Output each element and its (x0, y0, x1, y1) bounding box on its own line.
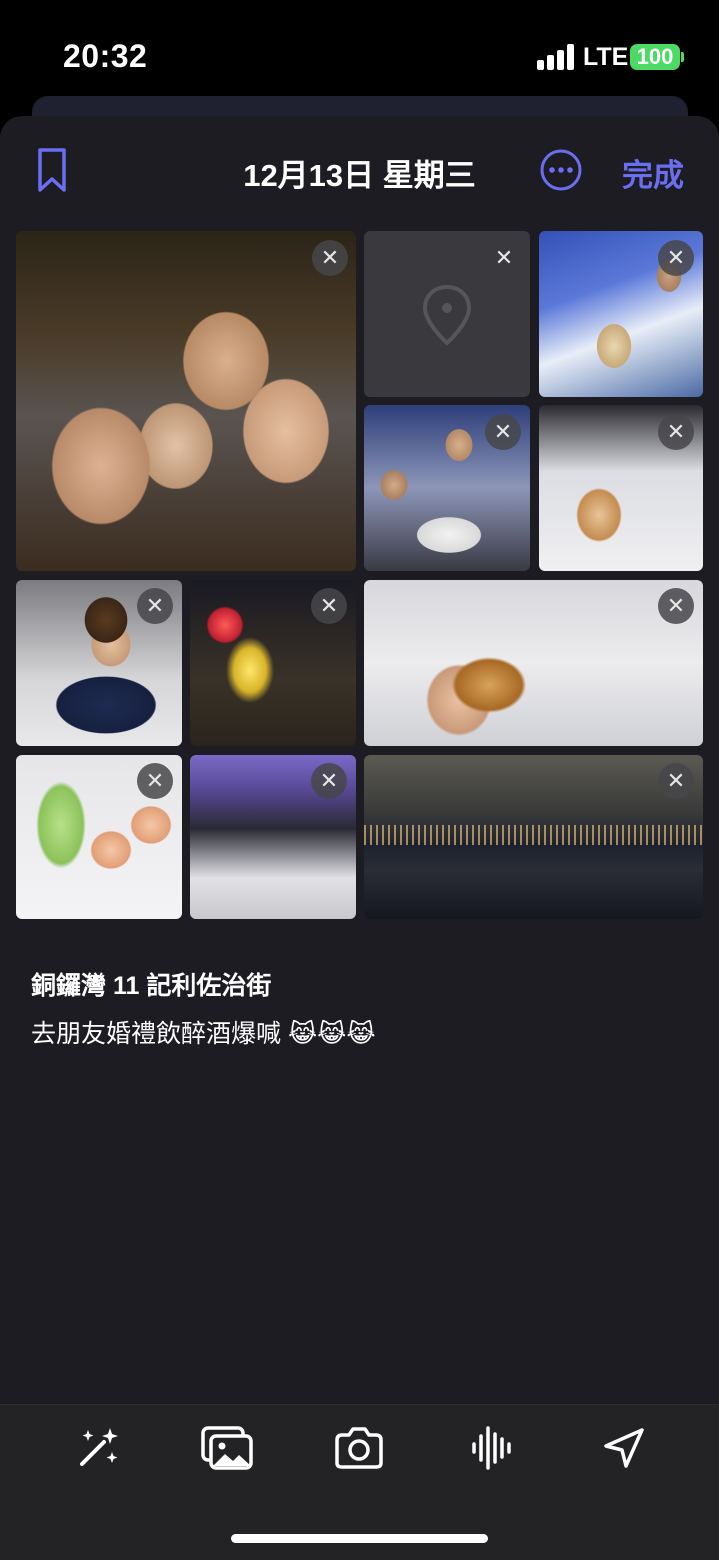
remove-photo-icon[interactable]: ✕ (312, 240, 348, 276)
entry-text[interactable]: 去朋友婚禮飲醉酒爆喊 😹😹😹 (31, 1014, 376, 1050)
location-placeholder-tile[interactable]: ✕ (364, 231, 530, 397)
photo-tile[interactable]: ✕ (190, 580, 356, 746)
photo-tile[interactable]: ✕ (16, 580, 182, 746)
network-type: LTE (583, 43, 629, 71)
photo-tile[interactable]: ✕ (16, 231, 356, 571)
entry-location[interactable]: 銅鑼灣 11 記利佐治街 (31, 966, 271, 1002)
remove-photo-icon[interactable]: ✕ (311, 763, 347, 799)
remove-photo-icon[interactable]: ✕ (658, 414, 694, 450)
status-bar: 20:32 LTE 100 (0, 0, 719, 100)
home-indicator (231, 1534, 488, 1543)
remove-photo-icon[interactable]: ✕ (658, 588, 694, 624)
map-pin-icon (422, 284, 472, 346)
photo-library-icon[interactable] (201, 1424, 253, 1472)
magic-wand-icon[interactable] (74, 1424, 122, 1472)
location-arrow-icon[interactable] (600, 1424, 648, 1472)
battery-cap (681, 52, 684, 62)
photo-tile[interactable]: ✕ (364, 580, 703, 746)
status-time: 20:32 (63, 38, 148, 74)
city-lights (364, 825, 703, 845)
remove-photo-icon[interactable]: ✕ (485, 414, 521, 450)
photo-tile[interactable]: ✕ (364, 755, 703, 919)
photo-tile[interactable]: ✕ (16, 755, 182, 919)
remove-photo-icon[interactable]: ✕ (486, 240, 522, 276)
remove-photo-icon[interactable]: ✕ (137, 588, 173, 624)
ellipsis-circle-icon[interactable] (539, 148, 583, 192)
audio-waveform-icon[interactable] (468, 1424, 516, 1472)
photo-tile[interactable]: ✕ (364, 405, 530, 571)
entry-date-title: 12月13日 星期三 (243, 158, 476, 193)
done-button[interactable]: 完成 (622, 150, 684, 195)
camera-icon[interactable] (333, 1424, 385, 1472)
cellular-signal-icon (537, 44, 574, 70)
photo-tile[interactable]: ✕ (539, 231, 703, 397)
photo-tile[interactable]: ✕ (190, 755, 356, 919)
battery-indicator: 100 (630, 44, 680, 70)
remove-photo-icon[interactable]: ✕ (137, 763, 173, 799)
remove-photo-icon[interactable]: ✕ (311, 588, 347, 624)
remove-photo-icon[interactable]: ✕ (658, 240, 694, 276)
remove-photo-icon[interactable]: ✕ (658, 763, 694, 799)
photo-tile[interactable]: ✕ (539, 405, 703, 571)
